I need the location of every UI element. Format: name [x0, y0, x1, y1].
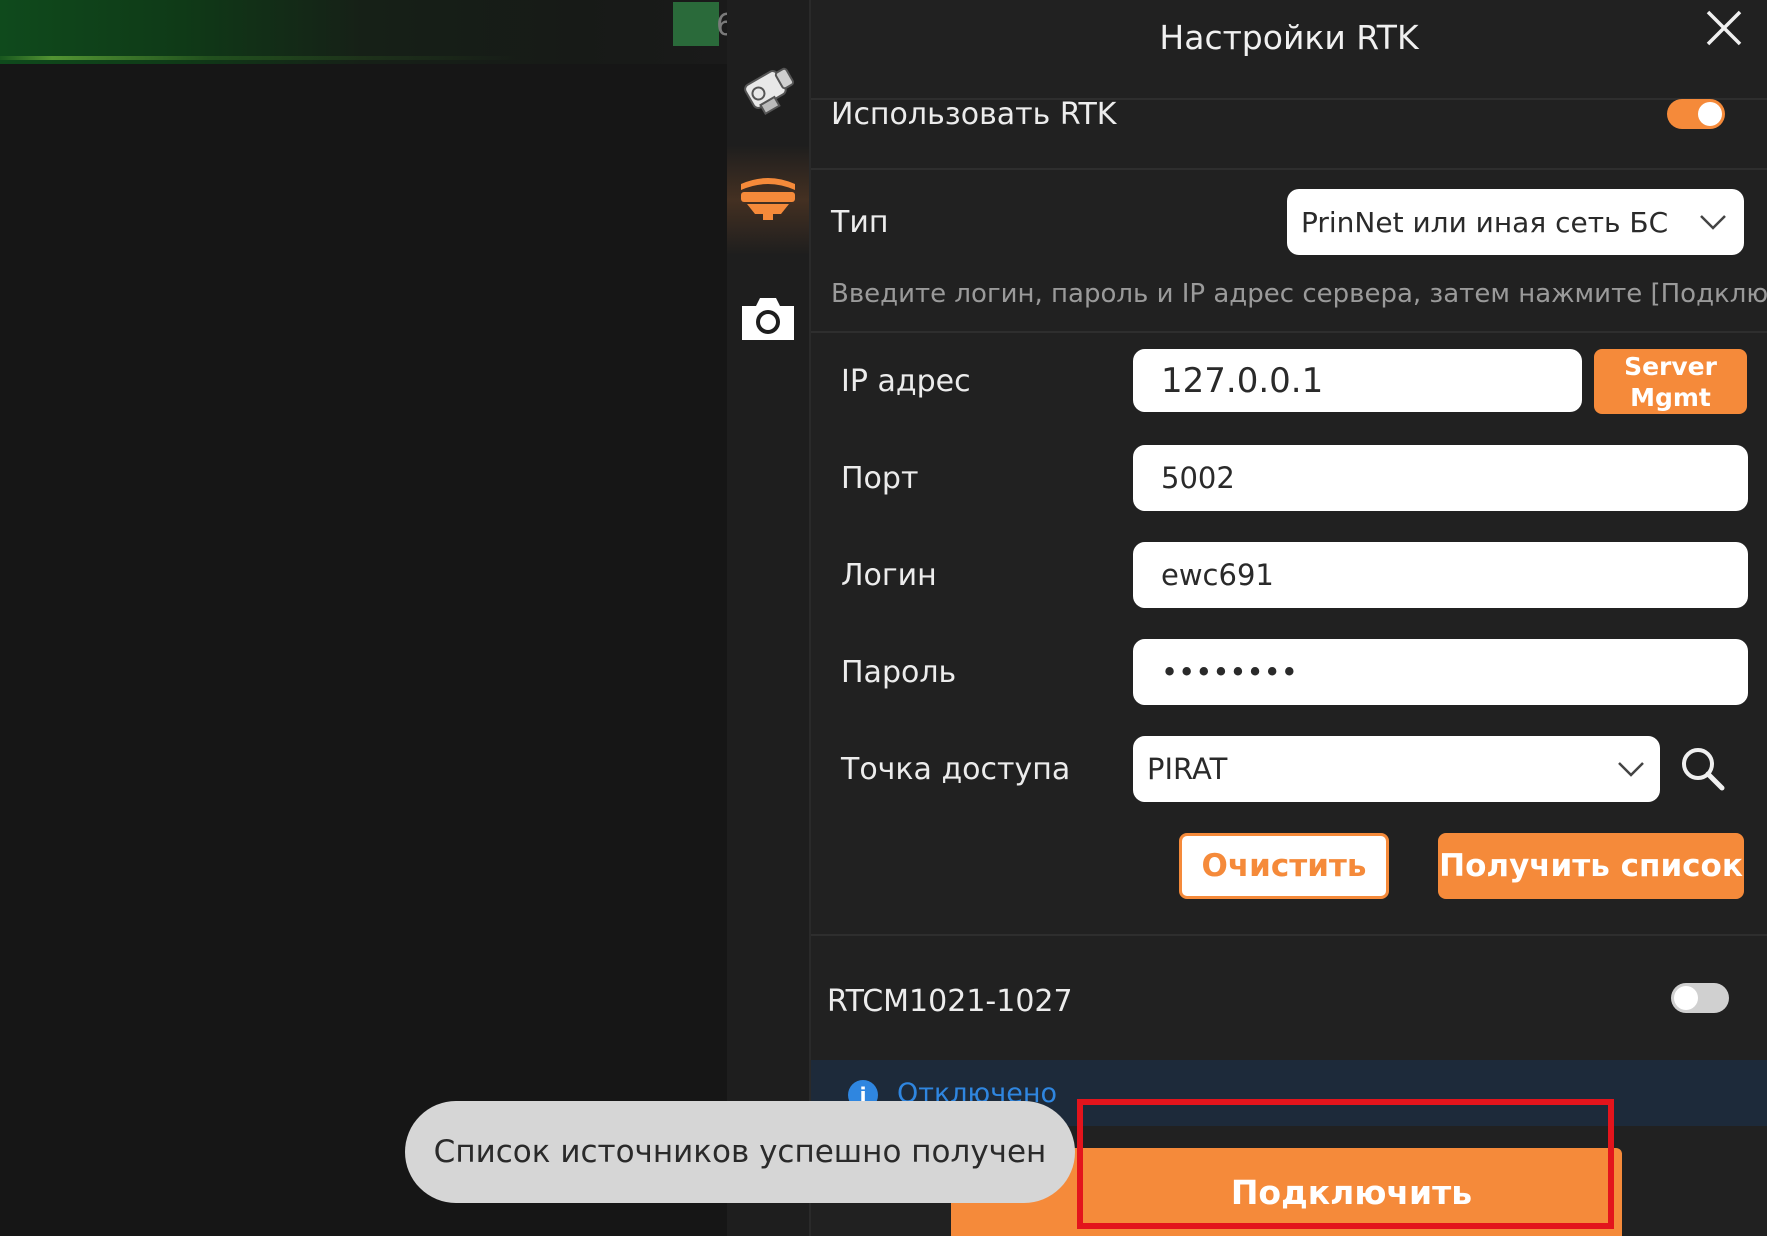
connection-hint: Введите логин, пароль и IP адрес сервера… [831, 279, 1767, 309]
close-icon [1706, 10, 1742, 46]
camera-view [0, 0, 727, 1236]
close-button[interactable] [1700, 4, 1748, 52]
highlight-box [1077, 1099, 1614, 1229]
ip-input[interactable] [1159, 359, 1582, 402]
rail-item-gimbal[interactable] [727, 40, 809, 140]
rtk-settings-panel [811, 0, 1767, 1236]
use-rtk-label: Использовать RTK [831, 97, 1117, 132]
password-input[interactable] [1159, 654, 1748, 690]
mountpoint-label: Точка доступа [841, 752, 1071, 787]
ip-label: IP адрес [841, 364, 971, 399]
search-mountpoint-button[interactable] [1678, 744, 1726, 792]
divider [811, 168, 1767, 170]
status-indicator [673, 2, 719, 46]
rail-item-camera[interactable] [727, 270, 809, 370]
server-mgmt-button[interactable]: Server Mgmt [1594, 349, 1747, 414]
mountpoint-value: PIRAT [1147, 752, 1228, 786]
divider [811, 934, 1767, 936]
login-input[interactable] [1159, 557, 1748, 593]
rtk-antenna-icon [737, 174, 799, 226]
chevron-down-icon [1618, 762, 1644, 777]
clear-button[interactable]: Очистить [1179, 833, 1389, 899]
gimbal-icon [733, 53, 803, 127]
rtcm-label: RTCM1021-1027 [827, 984, 1073, 1019]
type-select-value: PrinNet или иная сеть БС [1301, 205, 1669, 239]
rtcm-toggle[interactable] [1671, 983, 1729, 1013]
password-label: Пароль [841, 655, 957, 690]
type-label: Тип [831, 205, 889, 240]
signal-bar [0, 56, 520, 60]
port-field[interactable] [1133, 445, 1748, 511]
port-input[interactable] [1159, 460, 1748, 496]
chevron-down-icon [1700, 215, 1726, 230]
top-status-strip [0, 0, 727, 64]
type-select[interactable]: PrinNet или иная сеть БС [1287, 189, 1744, 255]
ip-field[interactable] [1133, 349, 1582, 412]
login-field[interactable] [1133, 542, 1748, 608]
camera-icon [738, 292, 798, 348]
panel-title: Настройки RTK [1159, 18, 1419, 57]
login-label: Логин [841, 558, 937, 593]
search-icon [1682, 748, 1725, 791]
rail-item-rtk[interactable] [727, 145, 809, 255]
toast-message: Список источников успешно получен [405, 1101, 1075, 1203]
divider [811, 331, 1767, 333]
port-label: Порт [841, 461, 919, 496]
mountpoint-select[interactable]: PIRAT [1133, 736, 1660, 802]
use-rtk-toggle[interactable] [1667, 99, 1725, 129]
password-field[interactable] [1133, 639, 1748, 705]
get-list-button[interactable]: Получить список [1438, 833, 1744, 899]
